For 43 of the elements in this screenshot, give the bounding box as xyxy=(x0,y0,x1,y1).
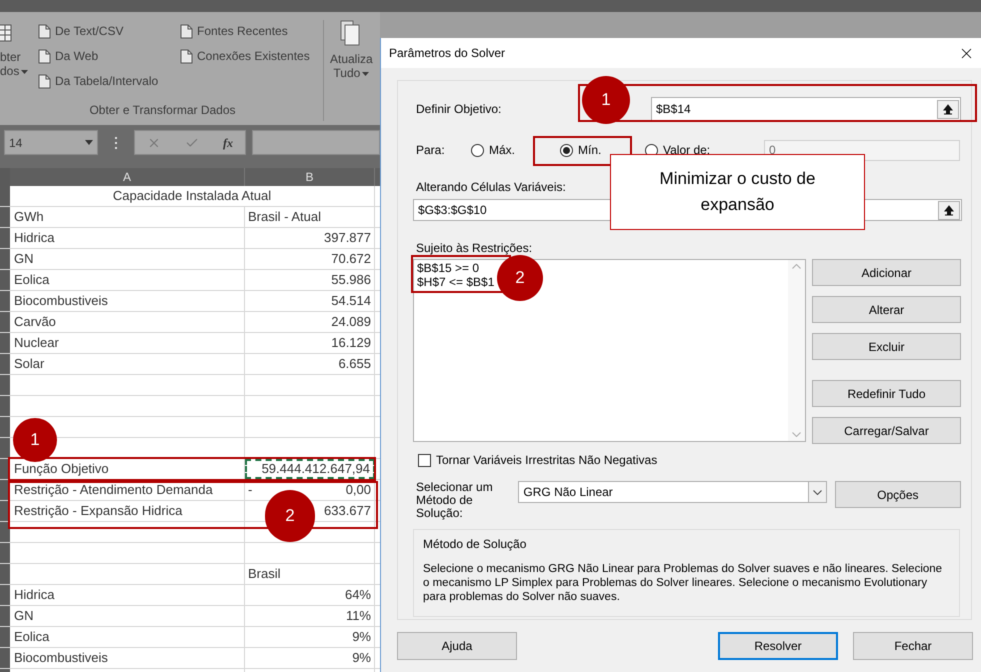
sheet-cell-text: 633.677 xyxy=(324,502,371,520)
sheet-cell: Eolica xyxy=(14,272,50,287)
sheet-cell: Biocombustiveis xyxy=(14,293,108,308)
sheet-cell: Função Objetivo xyxy=(14,461,109,476)
sheet-cell-text: 54.514 xyxy=(331,292,371,310)
sheet-cell: Capacidade Instalada Atual xyxy=(10,186,375,206)
sheet-cell: Nuclear xyxy=(14,335,59,350)
field-label: Alterando Células Variáveis: xyxy=(415,179,566,196)
field-label: Sujeito às Restrições: xyxy=(415,240,532,257)
sheet-cell: Eolica xyxy=(14,629,50,644)
sheet-cell-text: 55.986 xyxy=(331,271,371,290)
sheet-cell: Restrição - Atendimento Demanda xyxy=(14,482,213,497)
sheet-cell: Hidrica xyxy=(14,587,54,602)
sheet-cell-text: Brasil - Atual xyxy=(248,208,321,226)
field-label: Para: xyxy=(415,142,446,159)
sheet-cell: Solar xyxy=(14,356,44,371)
sheet-cell: Hidrica xyxy=(14,230,54,245)
sheet-cell-text: 9% xyxy=(352,628,371,646)
sheet-cell-text: 70.672 xyxy=(331,250,371,268)
sheet-cell: Carvão xyxy=(14,314,56,329)
sheet-cell: Biocombustiveis xyxy=(14,650,108,665)
sheet-cell-text: - xyxy=(248,481,252,500)
sheet-cell: Restrição - Expansão Hidrica xyxy=(14,503,182,518)
group-label: Obter e Transformar Dados xyxy=(89,103,236,117)
sheet-cell-text: Brasil xyxy=(248,565,281,584)
sheet-cell-text: 64% xyxy=(344,586,371,604)
method-description: Selecione o mecanismo GRG Não Linear para Problemas do Solver suaves e não lineares. Selecione o mecanismo LP Simplex para Problemas do Solver lineares. Selecione o mecanismo Evolutionary para problemas do Solver não suaves. xyxy=(423,562,944,604)
sheet-cell-text: 16.129 xyxy=(331,334,371,352)
panel-title: Método de Solução xyxy=(423,536,526,553)
sheet-cell-text: 11% xyxy=(346,607,371,626)
field-label: Definir Objetivo: xyxy=(415,101,502,118)
sheet-cell: GN xyxy=(14,251,34,266)
sheet-cell: GN xyxy=(14,608,34,623)
callout-tooltip: Minimizar o custo de expansão xyxy=(610,154,865,230)
sheet-cell-text: 0,00 xyxy=(346,481,371,500)
dialog-title: Parâmetros do Solver xyxy=(389,45,506,62)
sheet-cell: GWh xyxy=(14,209,44,224)
sheet-cell-text: 9% xyxy=(352,649,371,668)
sheet-cell-text: 397.877 xyxy=(324,229,371,248)
sheet-cell-text: 24.089 xyxy=(331,313,371,332)
field-label: Selecionar um Método de Solução: xyxy=(415,481,494,520)
sheet-cell-text: 6.655 xyxy=(338,355,371,374)
sheet-cell-text: 59.444.412.647,94 xyxy=(262,460,370,478)
